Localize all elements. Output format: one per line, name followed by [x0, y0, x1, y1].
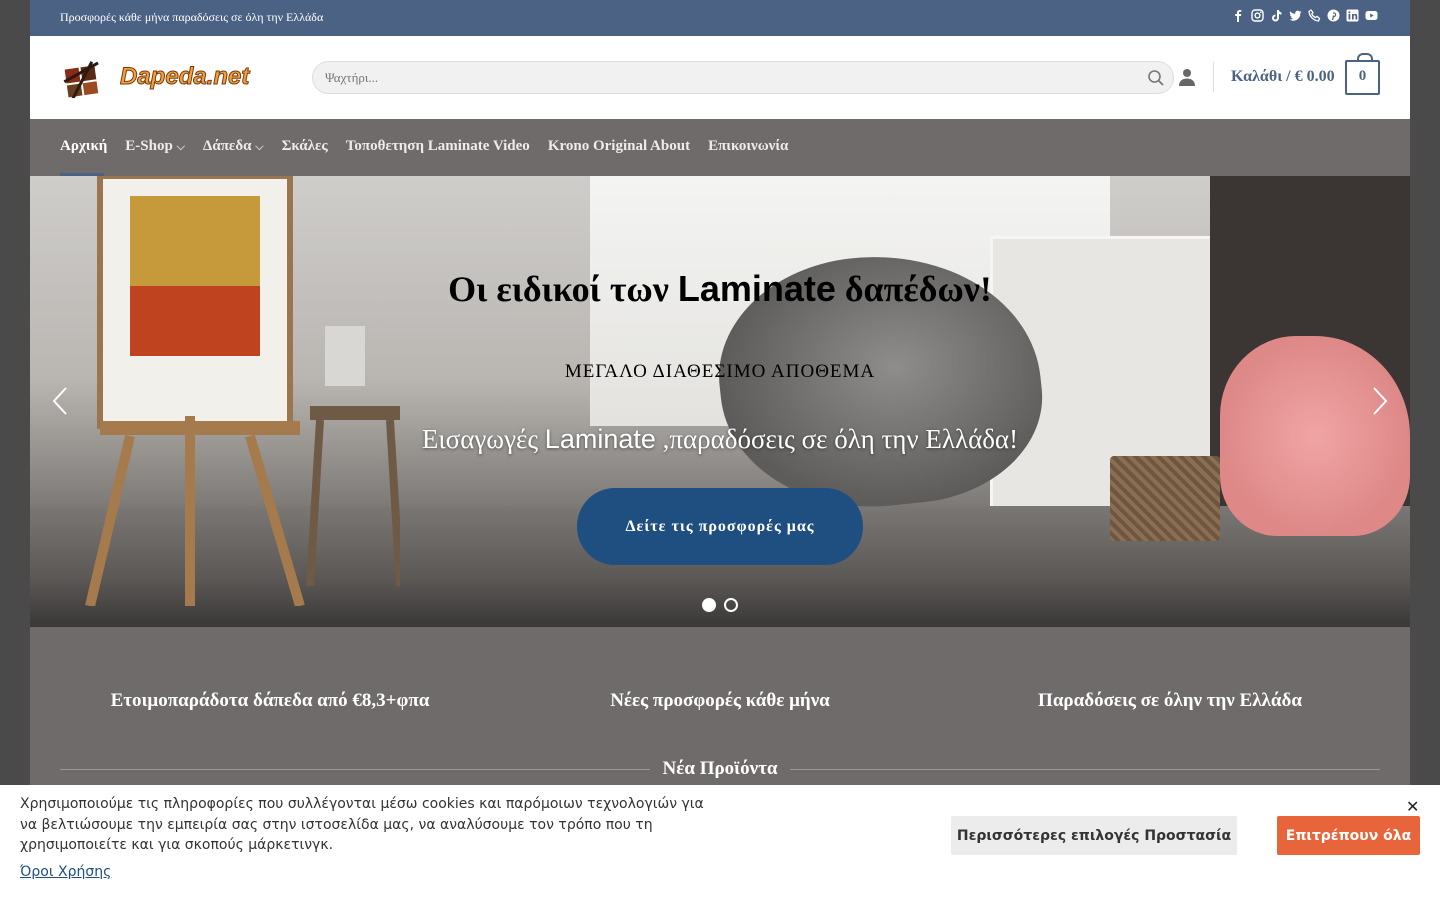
top-bar: Προσφορές κάθε μήνα παραδόσεις σε όλη τη…	[30, 0, 1410, 36]
instagram-icon[interactable]	[1251, 9, 1264, 22]
cookie-more-options-button[interactable]: Περισσότερες επιλογές Προστασία	[951, 816, 1237, 855]
cookie-text: Χρησιμοποιούμε τις πληροφορίες που συλλέ…	[20, 796, 704, 853]
twitter-icon[interactable]	[1289, 9, 1302, 22]
close-icon[interactable]: ✕	[1406, 797, 1419, 816]
chevron-down-icon: ⌵	[176, 141, 185, 153]
cart-count-badge[interactable]: 0	[1345, 53, 1380, 95]
hero-tagline-part: Laminate	[544, 424, 656, 454]
youtube-icon[interactable]	[1365, 9, 1378, 22]
nav-item-label: Δάπεδα	[202, 138, 252, 154]
search-input[interactable]	[313, 62, 1173, 93]
nav-item-stairs[interactable]: Σκάλες	[282, 138, 328, 155]
social-links	[1232, 9, 1378, 22]
phone-icon[interactable]	[1308, 9, 1321, 22]
user-account-icon[interactable]	[1178, 68, 1196, 91]
feature-item: Νέες προσφορές κάθε μήνα	[610, 690, 830, 711]
nav-item-contact[interactable]: Επικοινωνία	[708, 138, 788, 155]
chevron-down-icon: ⌵	[255, 141, 264, 153]
hero-tagline-part: ,παραδόσεις σε όλη την Ελλάδα!	[655, 424, 1019, 454]
pinterest-icon[interactable]	[1327, 9, 1340, 22]
hero-title-part: Οι ειδικοί των	[448, 269, 678, 309]
hero-slider: Οι ειδικοί των Laminate δαπέδων! ΜΕΓΑΛΟ …	[30, 176, 1410, 627]
site-header: Dapeda.net Καλάθι / € 0.00 0	[30, 36, 1410, 119]
hero-basket-image	[1110, 456, 1220, 541]
slider-next-icon[interactable]	[1370, 386, 1390, 416]
offers-button[interactable]: Δείτε τις προσφορές μας	[577, 488, 863, 565]
hero-title-part: Laminate	[677, 268, 836, 309]
nav-item-label: E-Shop	[125, 138, 173, 154]
cookie-banner: Χρησιμοποιούμε τις πληροφορίες που συλλέ…	[0, 785, 1440, 900]
logo-wordmark: Dapeda.net	[120, 63, 250, 90]
tiktok-icon[interactable]	[1270, 9, 1283, 22]
site-logo[interactable]: Dapeda.net	[62, 58, 282, 100]
search-icon[interactable]	[1147, 69, 1165, 92]
features-section: Ετοιμοπαράδοτα δάπεδα από €8,3+φπα Νέες …	[30, 627, 1410, 797]
nav-item-floors[interactable]: Δάπεδα ⌵	[203, 138, 264, 155]
hero-subtitle: ΜΕΓΑΛΟ ΔΙΑΘΕΣΙΜΟ ΑΠΟΘΕΜΑ	[564, 361, 876, 382]
facebook-icon[interactable]	[1232, 9, 1245, 22]
terms-link[interactable]: Όροι Χρήσης	[20, 864, 111, 880]
cookie-allow-all-button[interactable]: Επιτρέπουν όλα	[1277, 816, 1420, 855]
nav-item-eshop[interactable]: E-Shop ⌵	[125, 138, 185, 155]
nav-item-laminate-video[interactable]: Τοποθετηση Laminate Video	[346, 138, 530, 155]
header-divider	[1213, 62, 1214, 92]
search-box	[312, 61, 1174, 94]
slider-prev-icon[interactable]	[50, 386, 70, 416]
nav-item-home[interactable]: Αρχική	[60, 138, 107, 155]
hero-title-part: δαπέδων!	[835, 269, 992, 309]
slider-dot-2[interactable]	[724, 598, 738, 612]
slider-dots	[702, 598, 738, 612]
hero-title: Οι ειδικοί των Laminate δαπέδων!	[30, 268, 1410, 310]
nav-item-krono-about[interactable]: Krono Original About	[548, 138, 690, 155]
main-nav: Αρχική E-Shop ⌵ Δάπεδα ⌵ Σκάλες Τοποθετη…	[30, 119, 1410, 176]
cart-link[interactable]: Καλάθι / € 0.00	[1231, 68, 1335, 86]
linkedin-icon[interactable]	[1346, 9, 1359, 22]
feature-item: Παραδόσεις σε όλην την Ελλάδα	[1038, 690, 1302, 711]
hero-tagline: Εισαγωγές Laminate ,παραδόσεις σε όλη τη…	[30, 424, 1410, 455]
hero-tagline-part: Εισαγωγές	[421, 424, 545, 454]
section-title: Νέα Προϊόντα	[662, 758, 778, 779]
hero-easel-image	[85, 176, 400, 606]
promo-text: Προσφορές κάθε μήνα παραδόσεις σε όλη τη…	[60, 10, 324, 24]
feature-item: Ετοιμοπαράδοτα δάπεδα από €8,3+φπα	[110, 690, 430, 711]
slider-dot-1[interactable]	[702, 598, 716, 612]
